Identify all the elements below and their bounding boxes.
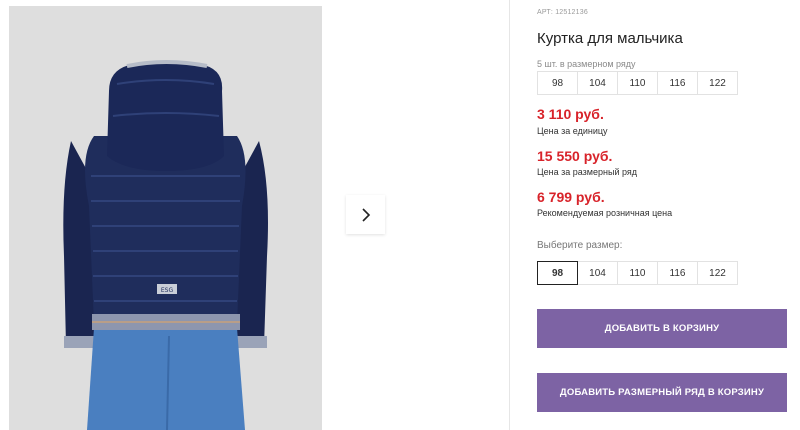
unit-price-caption: Цена за единицу bbox=[537, 126, 608, 136]
size-option-98[interactable]: 98 bbox=[537, 261, 578, 285]
unit-price: 3 110 руб. bbox=[537, 106, 604, 122]
jacket-illustration: ESG bbox=[63, 60, 268, 430]
next-image-button[interactable] bbox=[346, 195, 385, 234]
add-size-row-button[interactable]: ДОБАВИТЬ РАЗМЕРНЫЙ РЯД В КОРЗИНУ bbox=[537, 373, 787, 412]
size-option-122[interactable]: 122 bbox=[697, 261, 738, 285]
size-option-104[interactable]: 104 bbox=[577, 261, 618, 285]
size-row-label: 5 шт. в размерном ряду bbox=[537, 59, 636, 69]
size-row-cell: 104 bbox=[577, 71, 618, 95]
svg-text:ESG: ESG bbox=[161, 287, 174, 294]
size-option-116[interactable]: 116 bbox=[657, 261, 698, 285]
chevron-right-icon bbox=[361, 207, 370, 222]
size-row-cell: 110 bbox=[617, 71, 658, 95]
size-selector: 98 104 110 116 122 bbox=[537, 261, 738, 285]
size-option-110[interactable]: 110 bbox=[617, 261, 658, 285]
size-row-price: 15 550 руб. bbox=[537, 148, 613, 164]
product-gallery: ESG bbox=[0, 0, 510, 430]
size-row-cell: 116 bbox=[657, 71, 698, 95]
add-to-cart-button[interactable]: ДОБАВИТЬ В КОРЗИНУ bbox=[537, 309, 787, 348]
choose-size-label: Выберите размер: bbox=[537, 240, 623, 251]
article-number: АРТ: 12512136 bbox=[537, 9, 588, 16]
size-row-cell: 122 bbox=[697, 71, 738, 95]
retail-price: 6 799 руб. bbox=[537, 189, 605, 205]
panel-divider bbox=[509, 0, 510, 430]
size-row-grid: 98 104 110 116 122 bbox=[537, 71, 738, 95]
product-photo: ESG bbox=[9, 6, 322, 430]
retail-price-caption: Рекомендуемая розничная цена bbox=[537, 208, 673, 218]
size-row-price-caption: Цена за размерный ряд bbox=[537, 167, 638, 177]
size-row-cell: 98 bbox=[537, 71, 578, 95]
product-title: Куртка для мальчика bbox=[537, 30, 683, 47]
